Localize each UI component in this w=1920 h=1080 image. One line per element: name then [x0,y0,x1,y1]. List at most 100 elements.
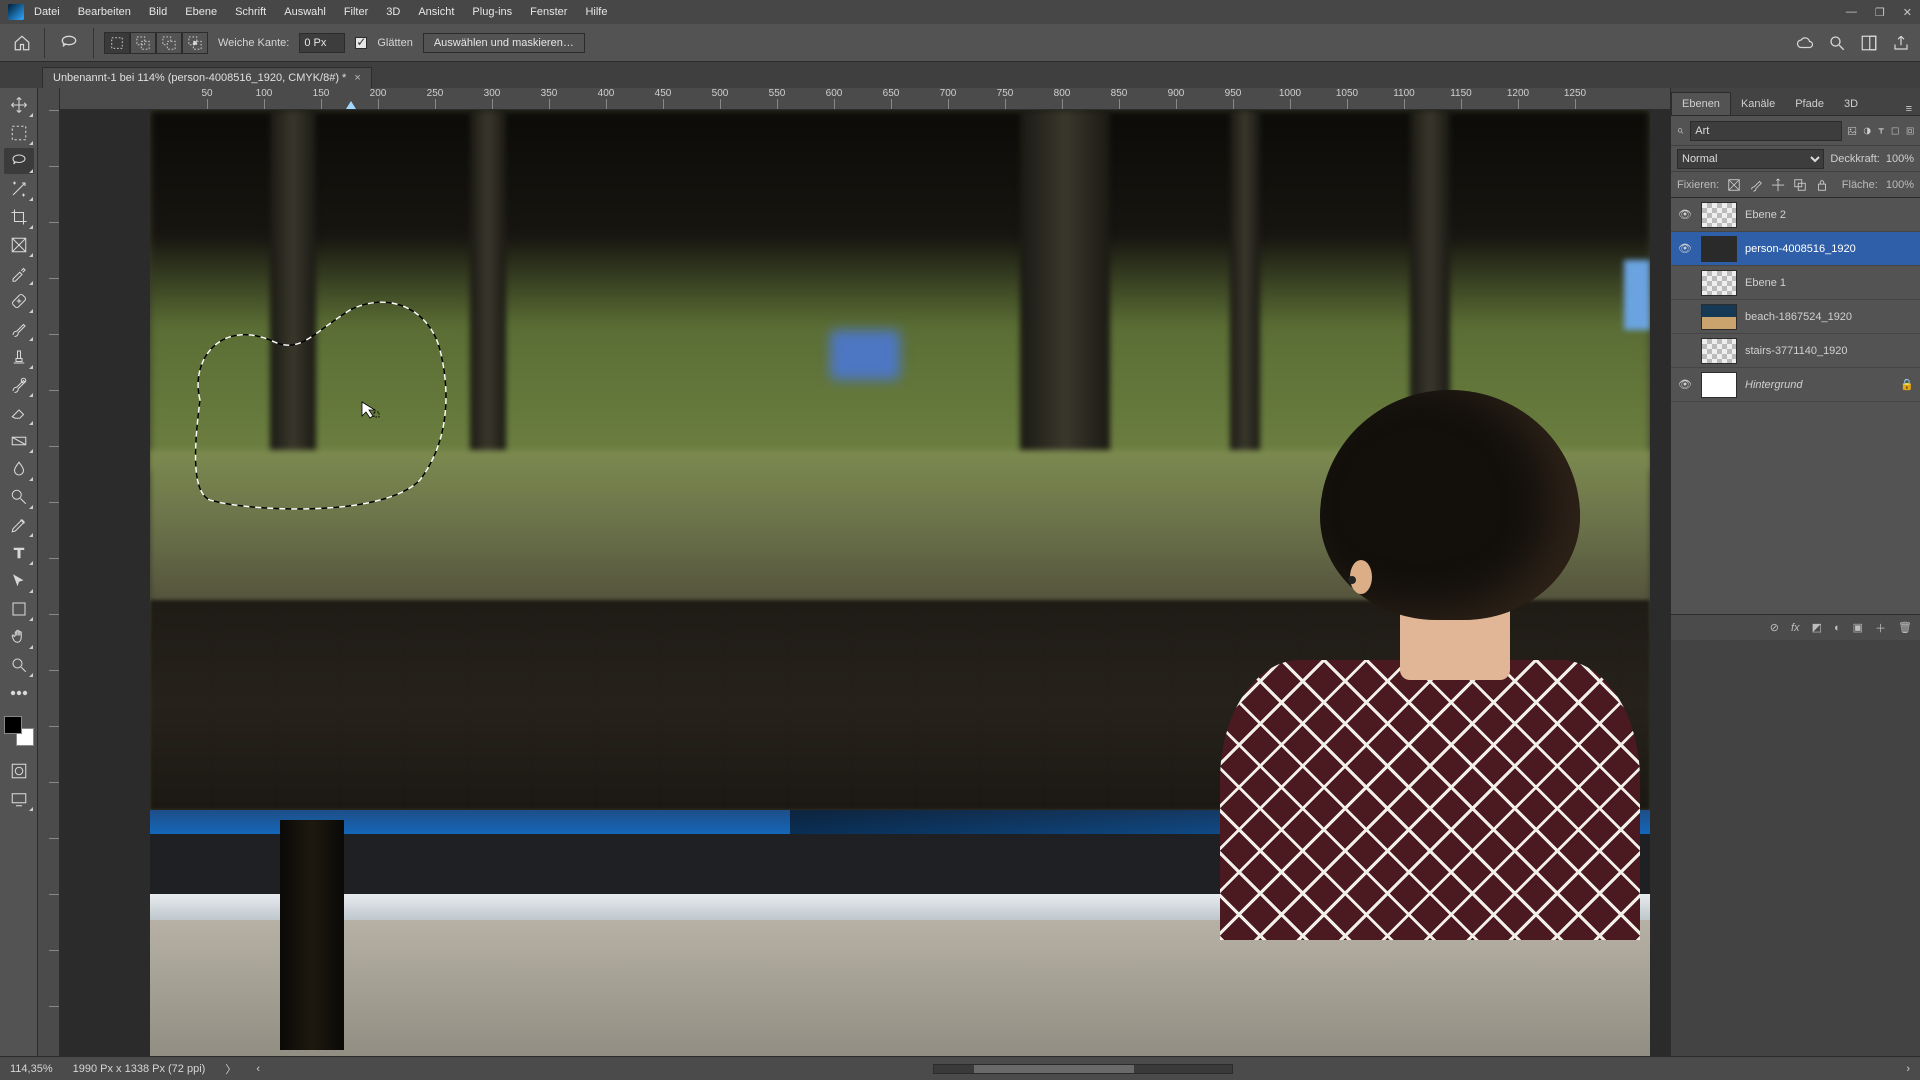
menu-bild[interactable]: Bild [149,6,167,18]
blur-tool[interactable] [4,456,34,482]
workspace-icon[interactable] [1860,34,1878,52]
smooth-checkbox[interactable] [355,37,367,49]
layer-thumbnail[interactable] [1701,304,1737,330]
layer-row[interactable]: stairs-3771140_1920 [1671,334,1920,368]
scroll-left-button[interactable]: ‹ [256,1063,260,1075]
tab-kanaele[interactable]: Kanäle [1731,93,1785,115]
stamp-tool[interactable] [4,344,34,370]
wand-tool[interactable] [4,176,34,202]
lock-brush-icon[interactable] [1749,178,1763,192]
heal-tool[interactable] [4,288,34,314]
filter-shape-icon[interactable] [1891,123,1899,139]
filter-adjustment-icon[interactable] [1863,123,1871,139]
menu-filter[interactable]: Filter [344,6,368,18]
horizontal-ruler[interactable]: 5010015020025030035040045050055060065070… [60,88,1670,110]
layer-thumbnail[interactable] [1701,270,1737,296]
fg-bg-color[interactable] [4,716,34,746]
doc-info[interactable]: 1990 Px x 1338 Px (72 ppi) [73,1063,206,1075]
menu-bearbeiten[interactable]: Bearbeiten [78,6,131,18]
lasso-tool[interactable] [4,148,34,174]
brush-tool[interactable] [4,316,34,342]
layer-row[interactable]: 👁 Ebene 2 [1671,198,1920,232]
doc-info-menu[interactable]: 〉 [225,1061,236,1077]
menu-auswahl[interactable]: Auswahl [284,6,326,18]
tab-ebenen[interactable]: Ebenen [1671,92,1731,115]
menu-schrift[interactable]: Schrift [235,6,266,18]
filter-smart-icon[interactable] [1906,123,1914,139]
horizontal-scrollbar[interactable] [933,1064,1233,1074]
layer-thumbnail[interactable] [1701,202,1737,228]
share-icon[interactable] [1892,34,1910,52]
marquee-tool[interactable] [4,120,34,146]
vertical-ruler[interactable] [38,88,60,1056]
shape-tool[interactable] [4,596,34,622]
foreground-color-swatch[interactable] [4,716,22,734]
panel-menu-button[interactable]: ≡ [1898,103,1920,115]
eyedropper-tool[interactable] [4,260,34,286]
hand-tool[interactable] [4,624,34,650]
scroll-right-button[interactable]: › [1906,1063,1910,1075]
selection-add-button[interactable] [130,32,156,54]
link-layers-button[interactable]: ⊘ [1770,621,1779,634]
search-icon[interactable] [1828,34,1846,52]
layer-visibility-toggle[interactable]: 👁 [1677,378,1693,391]
tab-3d[interactable]: 3D [1834,93,1868,115]
layer-row[interactable]: beach-1867524_1920 [1671,300,1920,334]
pen-tool[interactable] [4,512,34,538]
zoom-level[interactable]: 114,35% [10,1063,53,1075]
layer-visibility-toggle[interactable]: 👁 [1677,208,1693,221]
delete-layer-button[interactable]: 🗑 [1898,621,1912,634]
gradient-tool[interactable] [4,428,34,454]
layer-row[interactable]: Ebene 1 [1671,266,1920,300]
document-tab[interactable]: Unbenannt-1 bei 114% (person-4008516_192… [42,67,372,88]
menu-datei[interactable]: Datei [34,6,60,18]
new-layer-button[interactable]: ＋ [1875,620,1886,636]
window-minimize-button[interactable]: — [1846,6,1857,19]
blend-mode-select[interactable]: Normal [1677,149,1824,169]
layer-name[interactable]: Hintergrund [1745,379,1892,391]
move-tool[interactable] [4,92,34,118]
scrollbar-thumb[interactable] [974,1065,1134,1073]
layer-name[interactable]: beach-1867524_1920 [1745,311,1914,323]
screenmode-toggle[interactable] [4,786,34,812]
group-button[interactable]: ▣ [1853,621,1863,634]
window-close-button[interactable]: ✕ [1903,6,1912,19]
dodge-tool[interactable] [4,484,34,510]
active-tool-indicator[interactable] [55,31,83,55]
lock-all-icon[interactable] [1815,178,1829,192]
menu-fenster[interactable]: Fenster [530,6,567,18]
select-and-mask-button[interactable]: Auswählen und maskieren… [423,33,585,53]
adjustment-layer-button[interactable]: ◐ [1834,622,1841,634]
mask-button[interactable]: ◩ [1812,621,1822,634]
zoom-tool[interactable] [4,652,34,678]
menu-plugins[interactable]: Plug-ins [472,6,512,18]
layer-name[interactable]: Ebene 1 [1745,277,1914,289]
soft-edge-input[interactable] [299,33,345,53]
history-brush-tool[interactable] [4,372,34,398]
menu-3d[interactable]: 3D [386,6,400,18]
layer-visibility-toggle[interactable]: 👁 [1677,242,1693,255]
menu-hilfe[interactable]: Hilfe [585,6,607,18]
quickmask-toggle[interactable] [4,758,34,784]
layer-thumbnail[interactable] [1701,372,1737,398]
opacity-value[interactable]: 100% [1886,153,1914,165]
layer-name[interactable]: Ebene 2 [1745,209,1914,221]
lock-pixel-icon[interactable] [1727,178,1741,192]
layer-row[interactable]: 👁Hintergrund🔒 [1671,368,1920,402]
menu-ebene[interactable]: Ebene [185,6,217,18]
crop-tool[interactable] [4,204,34,230]
selection-subtract-button[interactable] [156,32,182,54]
lock-artboard-icon[interactable] [1793,178,1807,192]
tab-pfade[interactable]: Pfade [1785,93,1834,115]
fill-value[interactable]: 100% [1886,179,1914,191]
close-tab-button[interactable]: × [354,72,360,84]
path-select-tool[interactable] [4,568,34,594]
type-tool[interactable] [4,540,34,566]
selection-new-button[interactable] [104,32,130,54]
cloud-icon[interactable] [1796,34,1814,52]
eraser-tool[interactable] [4,400,34,426]
layer-thumbnail[interactable] [1701,338,1737,364]
layer-filter-input[interactable] [1690,121,1842,141]
edit-toolbar-button[interactable] [4,680,34,706]
menu-ansicht[interactable]: Ansicht [418,6,454,18]
